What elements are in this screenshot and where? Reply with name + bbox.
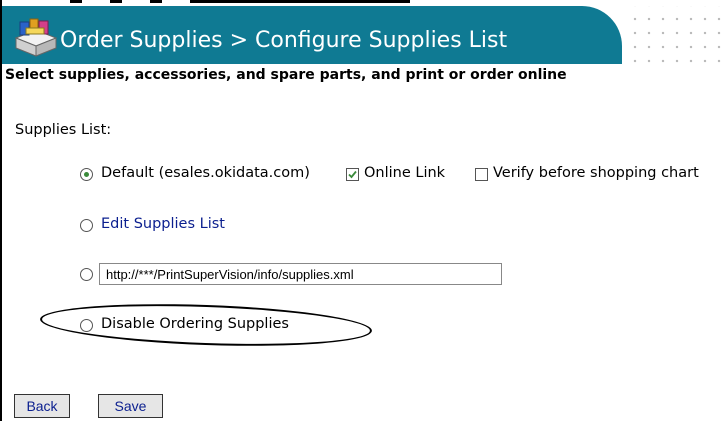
- verify-label: Verify before shopping chart: [493, 165, 699, 181]
- supplies-list-label: Supplies List:: [15, 122, 112, 138]
- page-subtitle: Select supplies, accessories, and spare …: [5, 67, 567, 83]
- back-button[interactable]: Back: [14, 394, 70, 418]
- custom-url-radio[interactable]: [80, 268, 93, 281]
- disable-ordering-radio[interactable]: [80, 319, 93, 332]
- supplies-box-icon: [12, 16, 60, 58]
- top-dash: [70, 0, 82, 3]
- default-option-label: Default (esales.okidata.com): [101, 165, 310, 181]
- top-dash: [150, 0, 162, 3]
- disable-ordering-label: Disable Ordering Supplies: [101, 316, 289, 332]
- online-link-checkbox[interactable]: [346, 168, 359, 181]
- checkmark-icon: [348, 170, 357, 179]
- header-dot-pattern: [624, 6, 723, 64]
- edit-supplies-link[interactable]: Edit Supplies List: [101, 216, 225, 232]
- edit-supplies-radio[interactable]: [80, 219, 93, 232]
- top-dash: [190, 0, 410, 3]
- supplies-url-input[interactable]: [99, 263, 502, 285]
- save-button[interactable]: Save: [98, 394, 163, 418]
- default-radio[interactable]: [80, 168, 93, 181]
- verify-checkbox[interactable]: [475, 168, 488, 181]
- online-link-label: Online Link: [364, 165, 446, 181]
- page-title: Order Supplies > Configure Supplies List: [60, 28, 508, 53]
- top-dash: [110, 0, 122, 3]
